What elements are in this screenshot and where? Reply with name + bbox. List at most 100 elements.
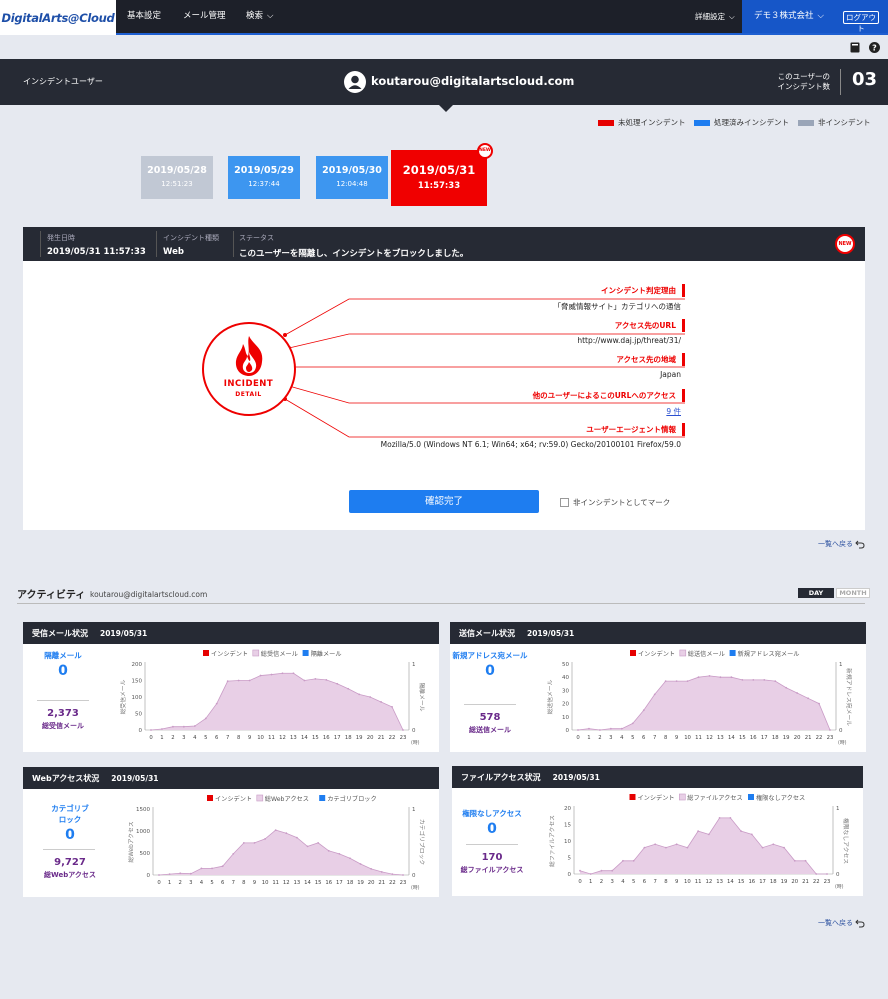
chevron-down-icon: ⌵ (817, 11, 824, 21)
data-point (150, 729, 152, 731)
x-tick-label: 21 (378, 880, 385, 886)
data-point (402, 874, 404, 876)
x-tick-label: 23 (400, 880, 407, 886)
back-to-list-link[interactable]: 一覧へ戻る (818, 539, 865, 549)
logo[interactable]: DigitalArts@Cloud (0, 0, 116, 35)
nav-detail-settings[interactable]: 詳細設定 ⌵ (695, 0, 735, 33)
detail-label-other-users: 他のユーザーによるこのURLへのアクセス (533, 389, 685, 402)
mark-non-incident-checkbox[interactable]: 非インシデントとしてマーク (560, 497, 670, 508)
x-tick-label: 23 (824, 879, 831, 885)
nav-basic-settings[interactable]: 基本設定 (127, 0, 161, 33)
x-tick-label: 20 (368, 880, 375, 886)
y2-axis-label: カテゴリブロック (418, 819, 426, 866)
panel-date: 2019/05/31 (111, 773, 159, 783)
data-point (292, 672, 295, 675)
back-arrow-icon (855, 540, 865, 548)
x-tick-label: 1 (587, 735, 590, 741)
svg-text:?: ? (872, 44, 877, 53)
stat-total-value: 578 (479, 712, 501, 723)
header-date: 発生日時 2019/05/31 11:57:33 (47, 233, 146, 257)
x-tick-label: 19 (783, 735, 790, 741)
legend-open: 未処理インシデント (598, 117, 686, 128)
divider (156, 231, 157, 257)
data-point (314, 677, 317, 680)
data-point (200, 867, 203, 870)
nav-search[interactable]: 検索 ⌵ (246, 0, 273, 33)
data-point (380, 701, 382, 703)
x-tick-label: 0 (576, 735, 580, 741)
x-tick-label: 0 (578, 879, 582, 885)
data-point (653, 693, 656, 696)
day-toggle[interactable]: DAY (798, 588, 834, 598)
nav-mail-management[interactable]: メール管理 (183, 0, 226, 33)
logout-button[interactable]: ログアウト (843, 11, 879, 33)
x-tick-label: 18 (772, 735, 779, 741)
month-toggle[interactable]: MONTH (836, 588, 870, 598)
data-point (622, 859, 624, 862)
emblem-subtitle: DETAIL (235, 391, 262, 398)
checkbox-box[interactable] (560, 498, 569, 507)
data-point (600, 869, 603, 872)
x-tick-label: 16 (748, 879, 755, 885)
data-point (306, 845, 309, 848)
header-type-value: Web (163, 247, 184, 257)
data-point (829, 729, 831, 731)
x-tick-label: 10 (684, 735, 691, 741)
tile-time: 12:04:48 (336, 180, 368, 188)
data-point (402, 729, 404, 731)
panel-header: Webアクセス状況 2019/05/31 (23, 767, 439, 789)
y2-tick-label: 0 (836, 872, 840, 878)
y-tick-label: 0 (566, 728, 570, 734)
incident-tile-selected[interactable]: 2019/05/31 11:57:33 (391, 150, 487, 206)
data-point (642, 709, 645, 712)
y-tick-label: 100 (132, 695, 143, 701)
data-point (211, 867, 213, 870)
confirm-button[interactable]: 確認完了 (349, 490, 539, 513)
sent-mail-chart: インシデント 総送信メール 新規アドレス宛メール01020304050 10総送信メー… (546, 649, 853, 746)
y-tick-label: 50 (562, 662, 569, 668)
back-to-list-link[interactable]: 一覧へ戻る (818, 918, 865, 928)
x-tick-label: 22 (389, 735, 396, 741)
data-point (675, 843, 678, 846)
data-point (204, 717, 207, 720)
x-tick-label: 9 (253, 880, 256, 886)
y-axis-label: 総ファイルアクセス (548, 815, 556, 867)
x-tick-label: 21 (805, 735, 812, 741)
legend-swatch (252, 649, 260, 657)
legend-swatch (598, 119, 614, 126)
x-tick-label: 15 (738, 879, 745, 885)
help-icon[interactable]: ? (869, 42, 880, 53)
x-tick-label: 2 (598, 735, 601, 741)
incident-detail-card: 発生日時 2019/05/31 11:57:33 インシデント種類 Web ステータ… (23, 227, 865, 530)
legend-open-label: 未処理インシデント (618, 118, 686, 127)
x-tick-label: 3 (611, 879, 614, 885)
legend-done: 処理済みインシデント (694, 117, 789, 128)
incident-tile[interactable]: 2019/05/30 12:04:48 (316, 156, 388, 199)
incident-tile[interactable]: 2019/05/28 12:51:23 (141, 156, 213, 199)
incident-tile[interactable]: 2019/05/29 12:37:44 (228, 156, 300, 199)
header-date-label: 発生日時 (47, 234, 75, 242)
x-tick-label: 8 (242, 880, 246, 886)
tile-date: 2019/05/29 (234, 165, 294, 176)
data-point (708, 674, 711, 677)
y2-tick-label: 0 (412, 873, 416, 879)
tile-time: 12:37:44 (248, 180, 280, 188)
x-tick-label: 22 (389, 880, 396, 886)
x-tick-label: 3 (189, 880, 192, 886)
stat-total: 578 総送信メール (450, 712, 530, 735)
x-tick-label: 9 (675, 735, 678, 741)
x-tick-label: 1 (168, 880, 171, 886)
y-tick-label: 150 (132, 679, 143, 685)
header-status: ステータス このユーザーを隔離し、インシデントをブロックしました。 (239, 233, 468, 259)
incident-count-label: このユーザーの インシデント数 (760, 72, 831, 92)
data-point (270, 673, 273, 676)
legend-non: 非インシデント (798, 117, 871, 128)
back-to-list-label: 一覧へ戻る (818, 919, 853, 927)
book-icon[interactable] (850, 42, 860, 53)
x-tick-label: 21 (378, 735, 385, 741)
y-tick-label: 15 (564, 823, 571, 829)
y-tick-label: 1500 (136, 807, 150, 813)
other-users-link[interactable]: 9 件 (666, 406, 681, 417)
data-point (369, 696, 372, 698)
data-point (761, 846, 764, 849)
